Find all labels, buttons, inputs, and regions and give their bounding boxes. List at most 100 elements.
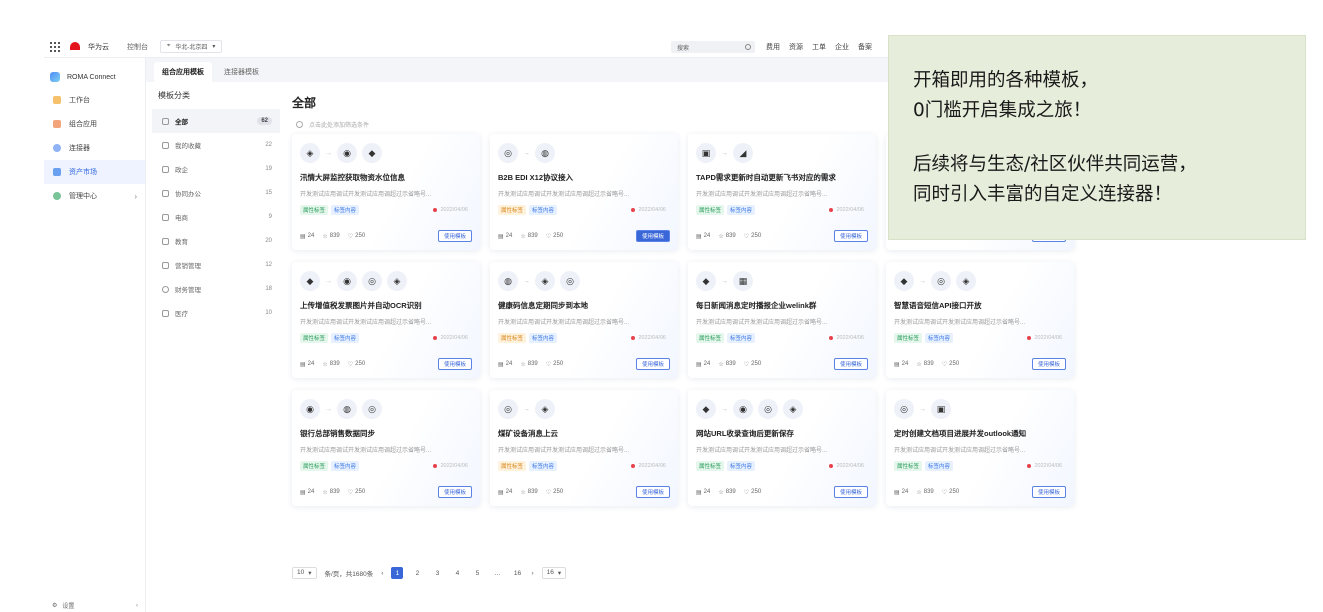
- page-3[interactable]: 3: [431, 567, 443, 579]
- template-card[interactable]: ◎ → ▣ 定时创建文档项目进展并发outlook通知 开发测试应用调试开发测试应用调超…: [886, 390, 1074, 506]
- template-card[interactable]: ◎ → ◍ B2B EDI X12协议接入 开发测试应用调试开发测试应用调超过示省略号.…: [490, 134, 678, 250]
- likes-stat[interactable]: ♡250: [546, 233, 563, 240]
- template-card[interactable]: ◎ → ◈ 煤矿设备消息上云 开发测试应用调试开发测试应用调超过示省略号... 属性标签标…: [490, 390, 678, 506]
- likes-stat[interactable]: ♡250: [744, 233, 761, 240]
- nav-resources[interactable]: 资源: [789, 42, 803, 52]
- page-ellipsis[interactable]: ...: [491, 567, 503, 579]
- likes-stat[interactable]: ♡250: [348, 233, 365, 240]
- use-template-button[interactable]: 使用模板: [437, 358, 472, 370]
- category-ecommerce[interactable]: 电商 9: [152, 205, 280, 229]
- template-card[interactable]: ◈ → ◉ ◆ 汛情大屏监控获取物资水位信息 开发测试应用调试开发测试应用调超过示省略号.…: [292, 134, 480, 250]
- page-2[interactable]: 2: [411, 567, 423, 579]
- likes-stat[interactable]: ♡250: [546, 361, 563, 368]
- stars-stat[interactable]: ☆839: [718, 489, 735, 496]
- use-template-button[interactable]: 使用模板: [833, 358, 868, 370]
- sidebar-footer: ⚙ 设置 ‹: [52, 601, 138, 611]
- card-icons: ◆ → ▦: [696, 270, 868, 292]
- views-stat: ▤24: [696, 361, 710, 368]
- stars-stat[interactable]: ☆839: [322, 233, 339, 240]
- stars-stat[interactable]: ☆839: [520, 233, 537, 240]
- category-marketing[interactable]: 营销管理 12: [152, 253, 280, 277]
- category-education[interactable]: 教育 20: [152, 229, 280, 253]
- stars-stat[interactable]: ☆839: [322, 489, 339, 496]
- sidebar-item-management[interactable]: 管理中心 ›: [44, 184, 145, 208]
- prev-page-icon[interactable]: ‹: [381, 570, 383, 577]
- apps-grid-icon[interactable]: [50, 41, 60, 52]
- use-template-button[interactable]: 使用模板: [1031, 486, 1066, 498]
- likes-stat[interactable]: ♡250: [348, 489, 365, 496]
- template-card[interactable]: ◆ → ◎ ◈ 智慧语音短信API接口开放 开发测试应用调试开发测试应用调超过示省略号..…: [886, 262, 1074, 378]
- tab-composite-templates[interactable]: 组合应用模板: [154, 62, 212, 82]
- sidebar-item-connectors[interactable]: 连接器: [44, 136, 145, 160]
- tab-connector-templates[interactable]: 连接器模板: [216, 62, 267, 82]
- stars-stat[interactable]: ☆839: [322, 361, 339, 368]
- template-card[interactable]: ◆ → ◉ ◎ ◈ 网站URL收录查询后更新保存 开发测试应用调试开发测试应用调超过示省略号…: [688, 390, 876, 506]
- filter-search-input[interactable]: 点击此处添加筛选条件: [292, 116, 672, 132]
- use-template-button[interactable]: 使用模板: [437, 486, 472, 498]
- sidebar-item-asset-market[interactable]: 资产市场: [44, 160, 145, 184]
- thumbs-up-icon: ♡: [743, 233, 750, 240]
- page-4[interactable]: 4: [451, 567, 463, 579]
- pagination: 10 ▾ 条/页，共1680条 ‹ 1 2 3 4 5 ... 16 › 16 ▾: [292, 567, 567, 579]
- console-link[interactable]: 控制台: [127, 42, 148, 52]
- use-template-button[interactable]: 使用模板: [635, 358, 670, 370]
- page-5[interactable]: 5: [471, 567, 483, 579]
- nav-filing[interactable]: 备案: [858, 42, 872, 52]
- card-title: 网站URL收录查询后更新保存: [696, 429, 794, 438]
- use-template-button[interactable]: 使用模板: [833, 230, 868, 242]
- card-tags: 属性标签标签内容 2022/04/06: [300, 204, 472, 215]
- stars-stat[interactable]: ☆839: [520, 489, 537, 496]
- collapse-icon[interactable]: ‹: [136, 603, 138, 609]
- template-card[interactable]: ▣ → ◢ TAPD需求更新时自动更新飞书对应的需求 开发测试应用调试开发测试应用调超过…: [688, 134, 876, 250]
- use-template-button[interactable]: 使用模板: [833, 486, 868, 498]
- category-medical[interactable]: 医疗 10: [152, 301, 280, 325]
- page-jump-select[interactable]: 16 ▾: [541, 567, 567, 579]
- category-all[interactable]: 全部 62: [152, 109, 280, 133]
- top-search-input[interactable]: 搜索: [671, 41, 755, 53]
- stars-stat[interactable]: ☆839: [520, 361, 537, 368]
- settings-label[interactable]: 设置: [62, 601, 74, 610]
- use-template-button[interactable]: 使用模板: [437, 230, 472, 242]
- arrow-right-icon: →: [325, 405, 332, 413]
- likes-stat[interactable]: ♡250: [744, 489, 761, 496]
- likes-stat[interactable]: ♡250: [942, 489, 959, 496]
- next-page-icon[interactable]: ›: [531, 570, 533, 577]
- card-icons: ◎ → ◈: [498, 398, 670, 420]
- nav-fees[interactable]: 费用: [766, 42, 780, 52]
- app-connector-icon: ◆: [696, 399, 716, 419]
- nav-enterprise[interactable]: 企业: [835, 42, 849, 52]
- template-card[interactable]: ◍ → ◈ ◎ 健康码信息定期同步到本地 开发测试应用调试开发测试应用调超过示省略号...…: [490, 262, 678, 378]
- page-size-select[interactable]: 10 ▾: [292, 567, 317, 579]
- content-tag: 标签内容: [331, 460, 360, 471]
- stars-stat[interactable]: ☆839: [916, 361, 933, 368]
- category-government[interactable]: 政企 19: [152, 157, 280, 181]
- template-card[interactable]: ◆ → ◉ ◎ ◈ 上传增值税发票图片并自动OCR识别 开发测试应用调试开发测试应用调超过示…: [292, 262, 480, 378]
- use-template-button[interactable]: 使用模板: [635, 486, 670, 498]
- chart-icon: [162, 261, 169, 269]
- likes-stat[interactable]: ♡250: [942, 361, 959, 368]
- use-template-button[interactable]: 使用模板: [1031, 358, 1066, 370]
- arrow-right-icon: →: [919, 277, 926, 285]
- views-count: 24: [307, 361, 315, 367]
- likes-stat[interactable]: ♡250: [348, 361, 365, 368]
- region-select[interactable]: ⌖ 华北-北京四 ▾: [160, 40, 223, 53]
- sidebar-item-workbench[interactable]: 工作台: [44, 88, 145, 112]
- category-finance[interactable]: 财务管理 18: [152, 277, 280, 301]
- nav-tickets[interactable]: 工单: [812, 42, 826, 52]
- stars-stat[interactable]: ☆839: [718, 233, 735, 240]
- likes-stat[interactable]: ♡250: [744, 361, 761, 368]
- template-card[interactable]: ◆ → ▦ 每日新闻消息定时播报企业welink群 开发测试应用调试开发测试应用调超过示…: [688, 262, 876, 378]
- use-template-button[interactable]: 使用模板: [635, 230, 670, 242]
- sidebar-item-composite-apps[interactable]: 组合应用: [44, 112, 145, 136]
- likes-stat[interactable]: ♡250: [546, 489, 563, 496]
- category-collaboration[interactable]: 协同办公 15: [152, 181, 280, 205]
- card-date: 2022/04/06: [829, 335, 864, 341]
- category-favorites[interactable]: 我的收藏 22: [152, 133, 280, 157]
- stars-stat[interactable]: ☆839: [916, 489, 933, 496]
- page-1[interactable]: 1: [391, 567, 404, 579]
- template-card[interactable]: ◉ → ◍ ◎ 银行总部销售数据同步 开发测试应用调试开发测试应用调超过示省略号... 属性…: [292, 390, 480, 506]
- likes-count: 250: [949, 361, 960, 367]
- settings-icon[interactable]: ⚙: [52, 602, 57, 609]
- page-16[interactable]: 16: [511, 567, 523, 579]
- stars-stat[interactable]: ☆839: [718, 361, 735, 368]
